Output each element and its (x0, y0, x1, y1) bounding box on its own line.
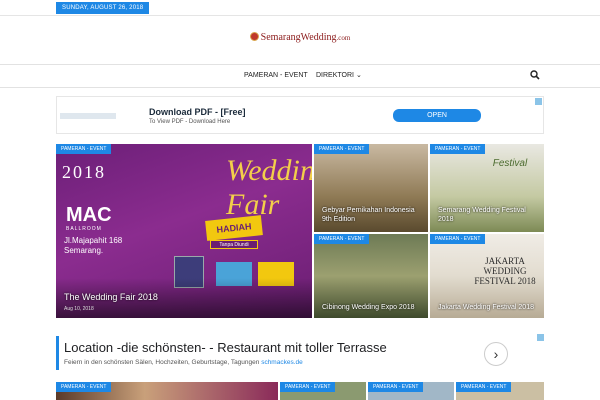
ad-banner-bottom[interactable]: Location -die schönsten- - Restaurant mi… (56, 334, 544, 374)
nav-item-direktori[interactable]: DIREKTORI ⌄ (316, 65, 362, 87)
search-icon[interactable] (530, 70, 540, 80)
featured-post-tile[interactable]: JAKARTA WEDDING FESTIVAL 2018 PAMERAN - … (430, 234, 544, 318)
poster-text: JAKARTA WEDDING FESTIVAL 2018 (474, 256, 536, 286)
ad-choices-icon[interactable] (537, 334, 544, 341)
logo-domain: .com (336, 34, 351, 42)
post-tile[interactable]: PAMERAN - EVENT (280, 382, 366, 400)
poster-address: Jl.Majapahit 168 Semarang. (64, 236, 123, 255)
category-badge[interactable]: PAMERAN - EVENT (430, 234, 486, 244)
chevron-down-icon: ⌄ (355, 72, 362, 79)
featured-post-big[interactable]: 2018 Wedding Fair MAC BALLROOM Jl.Majapa… (56, 144, 312, 318)
ad-thumbnail (60, 113, 116, 119)
category-badge[interactable]: PAMERAN - EVENT (430, 144, 486, 154)
ad-choices-icon[interactable] (535, 98, 542, 105)
poster-script: Wedding Fair (226, 154, 312, 221)
poster-brand: MAC (66, 204, 112, 226)
site-logo[interactable]: SemarangWedding.com (0, 32, 600, 43)
poster-promo-sub: Tanpa Diundi (210, 240, 258, 249)
poster-year: 2018 (62, 162, 106, 182)
category-badge[interactable]: PAMERAN - EVENT (314, 234, 370, 244)
poster-badge: Festival (492, 158, 528, 169)
category-badge[interactable]: PAMERAN - EVENT (56, 144, 112, 154)
category-badge[interactable]: PAMERAN - EVENT (56, 382, 112, 392)
ad-description: Feiern in den schönsten Sälen, Hochzeite… (64, 359, 303, 366)
category-badge[interactable]: PAMERAN - EVENT (280, 382, 336, 392)
main-nav: PAMERAN - EVENT DIREKTORI ⌄ (0, 64, 600, 88)
post-title[interactable]: Gebyar Pernikahan Indonesia 9th Edition (322, 206, 426, 224)
post-title[interactable]: Semarang Wedding Festival 2018 (438, 206, 542, 224)
logo-text: SemarangWedding (260, 32, 337, 43)
ad-title: Download PDF - [Free] (149, 107, 246, 117)
ad-domain: schmackes.de (261, 359, 303, 366)
post-tile[interactable]: PAMERAN - EVENT (56, 382, 278, 400)
ad-banner-top[interactable]: Download PDF - [Free] To View PDF - Down… (56, 96, 544, 134)
category-badge[interactable]: PAMERAN - EVENT (456, 382, 512, 392)
featured-post-tile[interactable]: PAMERAN - EVENT Cibinong Wedding Expo 20… (314, 234, 428, 318)
post-title[interactable]: Cibinong Wedding Expo 2018 (322, 304, 415, 311)
category-badge[interactable]: PAMERAN - EVENT (368, 382, 424, 392)
nav-item-pameran-event[interactable]: PAMERAN - EVENT (244, 65, 308, 87)
ad-arrow-button[interactable]: › (484, 342, 508, 366)
logo-emblem-icon (249, 32, 259, 41)
poster-brand-sub: BALLROOM (66, 226, 102, 232)
category-badge[interactable]: PAMERAN - EVENT (314, 144, 370, 154)
post-tile[interactable]: PAMERAN - EVENT (456, 382, 544, 400)
ad-headline[interactable]: Location -die schönsten- - Restaurant mi… (64, 340, 387, 355)
ad-open-button[interactable]: OPEN (393, 109, 481, 122)
featured-post-tile[interactable]: Festival PAMERAN - EVENT Semarang Weddin… (430, 144, 544, 232)
post-title[interactable]: The Wedding Fair 2018 (64, 292, 158, 302)
ad-subtitle: To View PDF - Download Here (149, 119, 231, 125)
post-date: Aug 10, 2018 (64, 306, 94, 312)
top-bar: SUNDAY, AUGUST 26, 2018 (0, 0, 600, 16)
post-title[interactable]: Jakarta Wedding Festival 2018 (438, 304, 534, 311)
post-tile[interactable]: PAMERAN - EVENT (368, 382, 454, 400)
featured-post-tile[interactable]: PAMERAN - EVENT Gebyar Pernikahan Indone… (314, 144, 428, 232)
date-label: SUNDAY, AUGUST 26, 2018 (56, 2, 150, 14)
poster-promo: HADIAH (205, 215, 263, 241)
